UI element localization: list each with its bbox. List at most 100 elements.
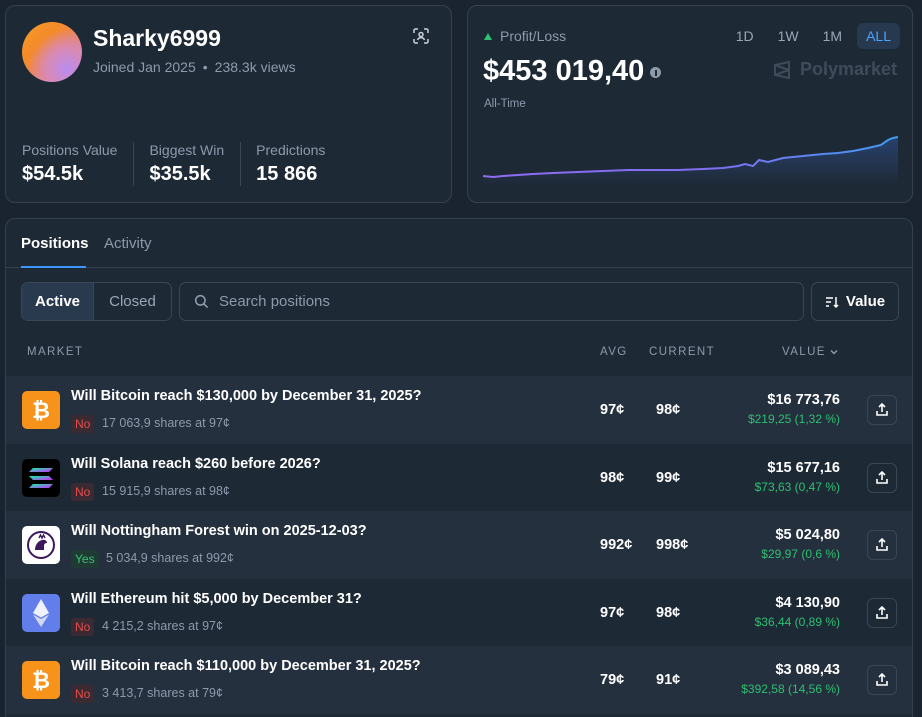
position-value: $16 773,76 (767, 392, 840, 408)
sort-label: Value (845, 293, 886, 310)
tab-positions[interactable]: Positions (21, 235, 89, 252)
positions-panel: Positions Activity Active Closed Value M… (5, 218, 913, 717)
outcome-badge: No (71, 482, 95, 501)
stat-label: Predictions (256, 142, 326, 158)
range-tab-1d[interactable]: 1D (727, 23, 763, 49)
bitcoin-icon: ₿ (22, 391, 60, 429)
share-button[interactable] (867, 395, 897, 425)
range-selector: 1D 1W 1M ALL (721, 23, 900, 49)
current-price: 91¢ (656, 672, 681, 688)
market-title[interactable]: Will Solana reach $260 before 2026? (71, 456, 321, 472)
column-header-value[interactable]: VALUE (782, 346, 839, 358)
premier-league-icon (22, 526, 60, 564)
outcome-badge: No (71, 685, 95, 703)
current-price: 98¢ (656, 402, 681, 418)
position-value: $15 677,16 (767, 459, 840, 476)
profile-stats: Positions Value $54.5k Biggest Win $35.5… (22, 142, 356, 186)
range-tab-1w[interactable]: 1W (769, 23, 808, 49)
stat-value: $54.5k (22, 163, 84, 185)
position-change: $73,63 (0,47 %) (754, 479, 840, 494)
profile-meta: Joined Jan 2025 • 238.3k views (93, 59, 296, 75)
pnl-sparkline (483, 136, 898, 186)
info-icon[interactable] (650, 67, 662, 78)
pnl-label: Profit/Loss (484, 28, 566, 44)
outcome-badge: No (71, 415, 95, 433)
svg-text:₿: ₿ (32, 669, 50, 694)
view-count: 238.3k views (214, 59, 296, 75)
share-button[interactable] (867, 665, 897, 695)
stat-value: $35.5k (149, 163, 211, 185)
ethereum-icon (22, 593, 60, 632)
share-icon (876, 538, 888, 551)
stat-positions-value: Positions Value $54.5k (22, 142, 135, 186)
share-icon (876, 470, 888, 484)
stat-predictions: Predictions 15 866 (256, 142, 341, 186)
joined-date: Joined Jan 2025 (93, 59, 196, 75)
range-tab-1m[interactable]: 1M (814, 23, 851, 49)
svg-text:₿: ₿ (32, 399, 50, 424)
current-price: 98¢ (656, 604, 681, 621)
positions-list: ₿ Will Bitcoin reach $130,000 by Decembe… (6, 376, 912, 714)
avg-price: 97¢ (600, 402, 625, 418)
username: Sharky6999 (93, 25, 221, 51)
pnl-amount: $453 019,40 (483, 55, 645, 87)
market-title[interactable]: Will Nottingham Forest win on 2025-12-03… (71, 523, 367, 539)
search-box (179, 282, 804, 321)
position-row[interactable]: ₿ Will Bitcoin reach $130,000 by Decembe… (6, 376, 912, 444)
avg-price: 992¢ (600, 537, 633, 553)
filter-closed-button[interactable]: Closed (94, 283, 171, 320)
share-icon (876, 605, 888, 619)
column-header-avg: AVG (600, 346, 628, 358)
position-row[interactable]: ₿ Will Bitcoin reach $110,000 by Decembe… (6, 646, 912, 714)
search-input[interactable] (219, 293, 779, 310)
profit-loss-card: Profit/Loss $453 019,40 All-Time 1D 1W 1… (467, 5, 913, 203)
market-title[interactable]: Will Bitcoin reach $130,000 by December … (71, 388, 421, 404)
avg-price: 79¢ (600, 672, 625, 688)
stat-biggest-win: Biggest Win $35.5k (149, 142, 242, 186)
pnl-label-text: Profit/Loss (500, 28, 567, 44)
tab-bar: Positions Activity (6, 219, 912, 268)
bitcoin-icon: ₿ (22, 661, 60, 699)
market-title[interactable]: Will Bitcoin reach $110,000 by December … (71, 658, 421, 674)
position-value: $5 024,80 (775, 527, 840, 543)
position-row[interactable]: Will Nottingham Forest win on 2025-12-03… (6, 511, 912, 579)
avg-price: 97¢ (600, 604, 625, 621)
position-change: $29,97 (0,6 %) (761, 547, 840, 561)
avatar[interactable] (22, 22, 82, 82)
stat-label: Positions Value (22, 142, 118, 158)
solana-icon (22, 458, 60, 497)
shares-info: 4 215,2 shares at 97¢ (102, 618, 223, 633)
qr-scan-icon[interactable] (413, 28, 429, 44)
position-row[interactable]: Will Solana reach $260 before 2026? No 1… (6, 444, 912, 512)
profile-card: Sharky6999 Joined Jan 2025 • 238.3k views … (5, 5, 452, 203)
column-header-market: MARKET (27, 346, 84, 358)
shares-info: 3 413,7 shares at 79¢ (102, 686, 223, 700)
stat-value: 15 866 (256, 163, 318, 185)
sort-value-button[interactable]: Value (811, 282, 899, 321)
position-row[interactable]: Will Ethereum hit $5,000 by December 31?… (6, 579, 912, 647)
share-icon (876, 403, 888, 416)
position-change: $36,44 (0,89 %) (754, 614, 840, 629)
share-button[interactable] (867, 597, 897, 628)
position-change: $392,58 (14,56 %) (741, 682, 840, 696)
share-icon (876, 673, 888, 686)
pnl-period: All-Time (484, 98, 526, 110)
stat-label: Biggest Win (149, 142, 225, 158)
separator-dot: • (202, 59, 208, 75)
sparkline-fill (483, 137, 898, 186)
column-header-current: CURRENT (649, 346, 716, 358)
position-value: $3 089,43 (775, 662, 840, 678)
market-title[interactable]: Will Ethereum hit $5,000 by December 31? (71, 591, 362, 607)
column-header-value-label: VALUE (782, 346, 826, 358)
sort-icon (825, 296, 839, 308)
filter-active-button[interactable]: Active (22, 283, 94, 320)
share-button[interactable] (867, 530, 897, 560)
tab-activity[interactable]: Activity (104, 235, 152, 252)
outcome-badge: Yes (71, 550, 99, 568)
status-filter: Active Closed (21, 282, 172, 321)
avg-price: 98¢ (600, 469, 625, 486)
range-tab-all[interactable]: ALL (857, 23, 900, 49)
share-button[interactable] (867, 462, 897, 493)
chevron-down-icon (830, 349, 838, 355)
shares-info: 15 915,9 shares at 98¢ (102, 483, 230, 498)
